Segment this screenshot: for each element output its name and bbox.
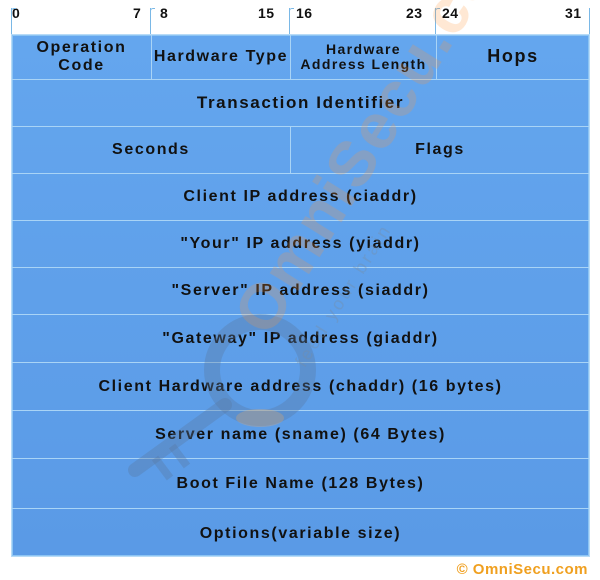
field-label: Client Hardware address (chaddr) (16 byt…	[98, 377, 503, 395]
field-label: "Server" IP address (siaddr)	[171, 282, 430, 300]
row-giaddr: "Gateway" IP address (giaddr)	[12, 315, 589, 363]
bit-label-7: 7	[133, 5, 142, 21]
field-transaction-identifier: Transaction Identifier	[12, 80, 589, 126]
dhcp-message-format: Operation Code Hardware Type Hardware Ad…	[11, 34, 590, 557]
field-client-ip-address: Client IP address (ciaddr)	[12, 174, 589, 220]
row-sname: Server name (sname) (64 Bytes)	[12, 411, 589, 459]
bit-tick-hook	[150, 8, 155, 12]
row-ciaddr: Client IP address (ciaddr)	[12, 174, 589, 221]
row-yiaddr: "Your" IP address (yiaddr)	[12, 221, 589, 268]
bit-label-15: 15	[258, 5, 275, 21]
field-seconds: Seconds	[12, 127, 290, 173]
field-label: Flags	[415, 141, 465, 159]
bit-label-31: 31	[565, 5, 582, 21]
bit-tick-hook	[11, 8, 16, 12]
field-label: Transaction Identifier	[196, 92, 405, 112]
field-label: Boot File Name (128 Bytes)	[176, 474, 425, 492]
field-gateway-ip-address: "Gateway" IP address (giaddr)	[12, 315, 589, 362]
field-hardware-type: Hardware Type	[151, 35, 290, 79]
field-label: "Gateway" IP address (giaddr)	[162, 329, 439, 347]
field-label: "Your" IP address (yiaddr)	[180, 235, 421, 253]
row-options: Options(variable size)	[12, 509, 589, 558]
row-chaddr: Client Hardware address (chaddr) (16 byt…	[12, 363, 589, 411]
row-siaddr: "Server" IP address (siaddr)	[12, 268, 589, 315]
bit-label-23: 23	[406, 5, 423, 21]
field-label: Seconds	[112, 141, 190, 159]
field-your-ip-address: "Your" IP address (yiaddr)	[12, 221, 589, 267]
bit-label-24: 24	[442, 5, 459, 21]
row-seconds-flags: Seconds Flags	[12, 127, 589, 174]
field-server-name: Server name (sname) (64 Bytes)	[12, 411, 589, 458]
bit-tick	[150, 8, 151, 36]
field-label: Options(variable size)	[199, 524, 402, 542]
field-client-hardware-address: Client Hardware address (chaddr) (16 byt…	[12, 363, 589, 410]
row-boot-file-name: Boot File Name (128 Bytes)	[12, 459, 589, 509]
field-label: Operation Code	[36, 39, 127, 74]
field-boot-file-name: Boot File Name (128 Bytes)	[12, 459, 589, 508]
field-operation-code: Operation Code	[12, 35, 151, 79]
field-label: Client IP address (ciaddr)	[183, 188, 418, 206]
bit-tick	[11, 8, 12, 36]
bit-tick	[435, 8, 436, 36]
row-transaction-identifier: Transaction Identifier	[12, 80, 589, 127]
bit-tick	[589, 8, 590, 36]
bit-tick	[289, 8, 290, 36]
field-label: Hardware Type	[153, 48, 289, 66]
field-label: Server name (sname) (64 Bytes)	[155, 425, 446, 443]
field-label-line2: Address Length	[300, 56, 427, 72]
field-options: Options(variable size)	[12, 509, 589, 558]
field-flags: Flags	[290, 127, 589, 173]
copyright-footer: © OmniSecu.com	[456, 561, 588, 578]
row-header-fields: Operation Code Hardware Type Hardware Ad…	[12, 35, 589, 80]
bit-tick-hook	[435, 8, 440, 12]
bit-tick-hook	[289, 8, 294, 12]
field-server-ip-address: "Server" IP address (siaddr)	[12, 268, 589, 314]
bit-label-16: 16	[296, 5, 313, 21]
bit-ruler: 0 7 8 15 16 23 24 31	[0, 0, 600, 36]
field-label: Hops	[487, 46, 539, 67]
field-hardware-address-length: Hardware Address Length	[290, 35, 436, 79]
field-hops: Hops	[436, 35, 589, 79]
field-label-line1: Hardware	[325, 40, 401, 57]
bit-label-8: 8	[160, 5, 169, 21]
